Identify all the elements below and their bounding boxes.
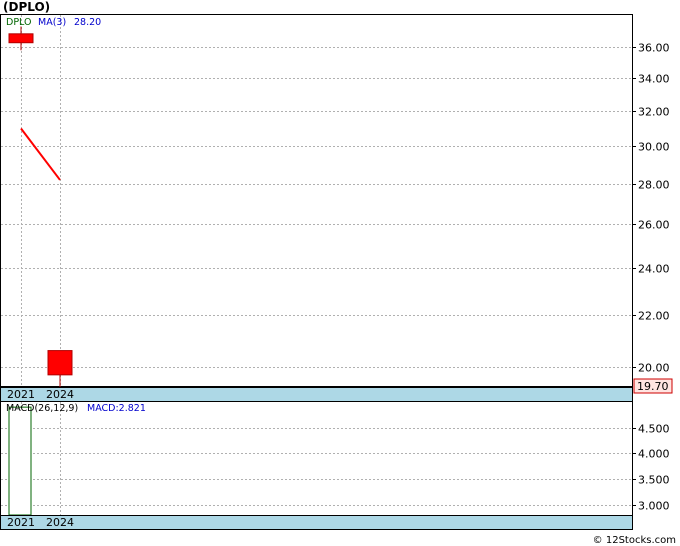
price-tick-label: 30.00 xyxy=(638,141,670,154)
price-tick-label: 26.00 xyxy=(638,219,670,232)
price-tick-label: 32.00 xyxy=(638,106,670,119)
last-price-label: 19.70 xyxy=(637,380,669,393)
macd-y-axis: 3.000 3.500 4.000 4.500 xyxy=(632,423,670,513)
stock-chart: (DPLO) 20.00 22.00 24.00 26.00 28.00 30.00 32.… xyxy=(0,0,676,546)
macd-legend-label: MACD(26,12,9) xyxy=(6,403,78,414)
macd-x-tick-label: 2021 xyxy=(7,516,35,529)
price-x-tick-label: 2024 xyxy=(46,388,74,401)
price-panel: 20.00 22.00 24.00 26.00 28.00 30.00 32.00 34.00… xyxy=(0,14,673,402)
site-credit: © 12Stocks.com xyxy=(593,535,676,546)
macd-plot-area xyxy=(0,401,633,516)
macd-x-tick-label: 2024 xyxy=(46,516,74,529)
price-x-axis-band xyxy=(0,387,633,402)
price-tick-label: 36.00 xyxy=(638,42,670,55)
price-x-tick-label: 2021 xyxy=(7,388,35,401)
price-legend-ma-value: 28.20 xyxy=(74,17,101,28)
price-plot-area xyxy=(0,14,633,387)
price-tick-label: 34.00 xyxy=(638,73,670,86)
candle-body xyxy=(47,350,73,376)
macd-tick-label: 3.000 xyxy=(638,500,670,513)
macd-tick-label: 3.500 xyxy=(638,474,670,487)
price-legend-ma: MA(3) xyxy=(38,17,66,28)
price-tick-label: 24.00 xyxy=(638,263,670,276)
price-y-axis: 20.00 22.00 24.00 26.00 28.00 30.00 32.00 34.00… xyxy=(632,42,670,375)
macd-bars xyxy=(8,406,32,516)
macd-panel: 3.000 3.500 4.000 4.500 2021 2024 MACD(26,12… xyxy=(0,401,670,530)
price-tick-label: 28.00 xyxy=(638,179,670,192)
macd-tick-label: 4.000 xyxy=(638,448,670,461)
macd-bar xyxy=(8,406,32,516)
price-tick-label: 22.00 xyxy=(638,310,670,323)
macd-x-axis-band xyxy=(0,515,633,530)
macd-tick-label: 4.500 xyxy=(638,423,670,436)
chart-title: (DPLO) xyxy=(3,0,50,14)
candle-body xyxy=(8,33,34,44)
macd-legend-value: MACD:2.821 xyxy=(87,403,146,414)
price-legend-symbol: DPLO xyxy=(6,17,31,28)
price-tick-label: 20.00 xyxy=(638,362,670,375)
